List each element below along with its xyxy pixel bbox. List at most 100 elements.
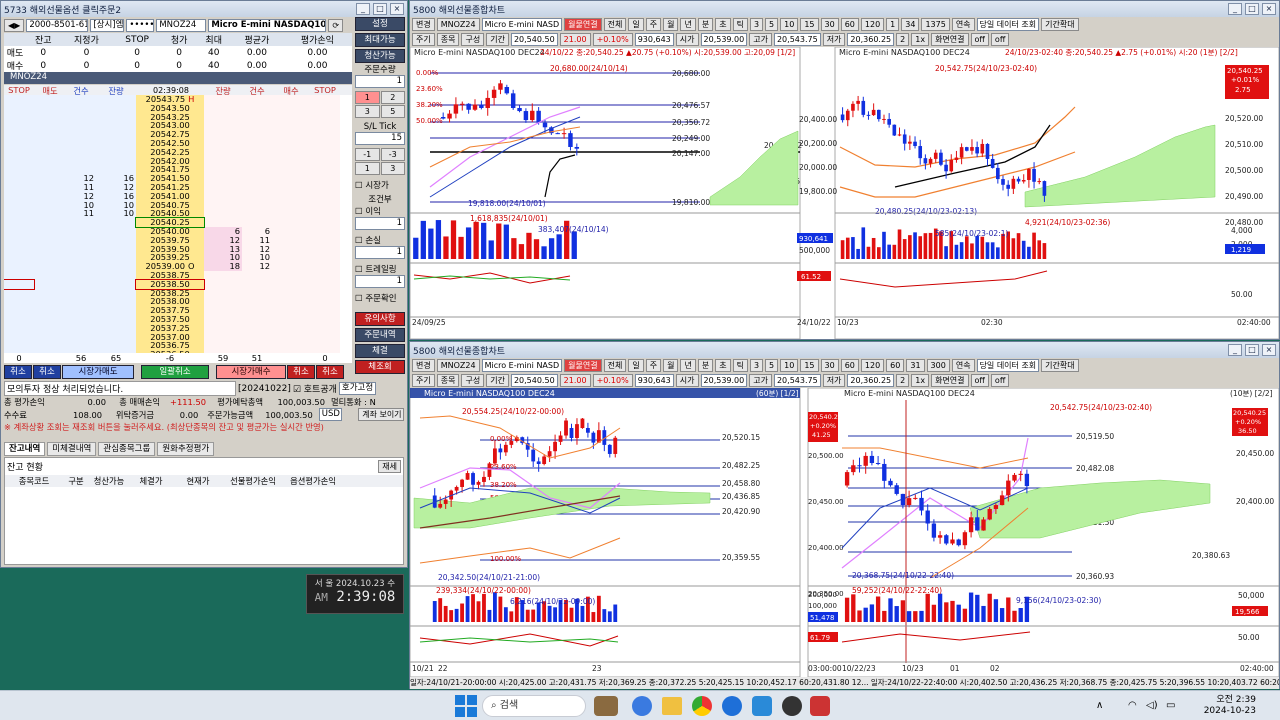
orderbook-cell[interactable]: [272, 323, 310, 333]
currency-select[interactable]: USD: [318, 408, 343, 421]
toolbar-item[interactable]: 20,540.50: [510, 33, 558, 46]
qty-preset-button[interactable]: 2: [380, 91, 405, 104]
sl-tick-input[interactable]: 15: [355, 132, 405, 145]
liquidation-qty-button[interactable]: 청산가능: [355, 49, 405, 63]
toolbar-item[interactable]: 21.00: [559, 374, 591, 387]
orderbook-cell[interactable]: [34, 103, 66, 113]
orderbook-cell[interactable]: [310, 147, 340, 157]
toolbar-item[interactable]: 930,643: [634, 33, 674, 46]
orderbook-cell[interactable]: [66, 244, 96, 254]
orderbook-cell[interactable]: [310, 130, 340, 139]
orderbook-cell[interactable]: [242, 112, 272, 122]
orderbook-cell[interactable]: [272, 103, 310, 113]
orderbook-cell[interactable]: [96, 262, 136, 271]
toolbar-item[interactable]: 월물연결: [564, 359, 602, 372]
market-buy-button[interactable]: 시장가매수: [216, 365, 286, 379]
toolbar-item[interactable]: 주기: [412, 33, 435, 46]
qty-preset-button[interactable]: 1: [355, 91, 380, 104]
orderbook-cell[interactable]: [310, 323, 340, 333]
orderbook-cell[interactable]: [34, 297, 66, 307]
orderbook-cell[interactable]: [34, 182, 66, 192]
orderbook-cell[interactable]: [66, 323, 96, 333]
orderbook-cell[interactable]: [66, 314, 96, 324]
orderbook-cell[interactable]: [204, 95, 242, 104]
orderbook-cell[interactable]: [204, 174, 242, 183]
orderbook-cell[interactable]: [66, 341, 96, 351]
toolbar-item[interactable]: 월: [663, 359, 679, 372]
orderbook-cell[interactable]: [242, 174, 272, 183]
orderbook-cell[interactable]: [34, 244, 66, 254]
orderbook-cell[interactable]: [242, 156, 272, 166]
orderbook-cell[interactable]: [66, 288, 96, 298]
confirm-checkbox[interactable]: ☐ 주문확인: [355, 292, 405, 304]
orderbook-cell[interactable]: [242, 314, 272, 324]
orderbook-cell[interactable]: [310, 191, 340, 201]
orderbook-cell[interactable]: [204, 103, 242, 113]
orderbook-cell[interactable]: [242, 323, 272, 333]
orderbook-cell[interactable]: [34, 323, 66, 333]
orderbook-cell[interactable]: [242, 288, 272, 298]
orderbook-cell[interactable]: [242, 121, 272, 131]
orderbook-cell[interactable]: [204, 191, 242, 201]
orderbook-cell[interactable]: [272, 121, 310, 131]
sl-step-button[interactable]: -1: [355, 148, 380, 161]
orderbook-cell[interactable]: [272, 279, 310, 289]
orderbook-cell[interactable]: [4, 218, 34, 227]
orderbook-cell[interactable]: [204, 209, 242, 219]
toolbar-item[interactable]: 1: [886, 18, 900, 31]
orderbook-cell[interactable]: [34, 130, 66, 139]
orderbook-cell[interactable]: [4, 288, 34, 298]
symbol-field[interactable]: MNOZ24: [156, 19, 207, 32]
app-icon[interactable]: [752, 695, 772, 716]
orderbook-cell[interactable]: [34, 165, 66, 175]
toolbar-item[interactable]: 주: [645, 359, 662, 372]
toolbar-item[interactable]: 30: [820, 359, 839, 372]
orderbook-cell[interactable]: [242, 130, 272, 139]
orderbook-cell[interactable]: [4, 278, 35, 290]
orderbook-cell[interactable]: [4, 103, 34, 113]
toolbar-item[interactable]: 고가: [749, 33, 772, 46]
orderbook-cell[interactable]: [4, 270, 34, 280]
orderbook-cell[interactable]: [4, 138, 34, 148]
toolbar-item[interactable]: 기간확대: [1041, 359, 1079, 372]
toolbar-item[interactable]: 10: [780, 18, 799, 31]
orderbook-cell[interactable]: [4, 147, 34, 157]
loss-input[interactable]: 1: [355, 246, 405, 259]
toolbar-item[interactable]: 3: [749, 18, 764, 31]
toolbar-item[interactable]: off: [970, 33, 989, 46]
sl-step-button[interactable]: 1: [355, 162, 380, 175]
hoga-checkbox[interactable]: ☑ 호트공개: [293, 382, 337, 395]
orderbook-cell[interactable]: [96, 297, 136, 307]
orderbook-cell[interactable]: [204, 270, 242, 280]
orderbook-cell[interactable]: [96, 147, 136, 157]
orderbook-cell[interactable]: [310, 218, 340, 227]
orderbook-cell[interactable]: [272, 112, 310, 122]
toolbar-item[interactable]: Micro E-mini NASD: [481, 359, 563, 372]
orderbook-cell[interactable]: [204, 323, 242, 333]
orderbook-cell[interactable]: [96, 121, 136, 131]
toolbar-item[interactable]: 화면연결: [931, 374, 969, 387]
orderbook-cell[interactable]: [242, 103, 272, 113]
orderbook-cell[interactable]: [34, 226, 66, 236]
orderbook-cell[interactable]: [204, 200, 242, 210]
orderbook-cell[interactable]: [66, 279, 96, 289]
chrome-icon[interactable]: [692, 695, 712, 716]
toolbar-item[interactable]: 30: [820, 18, 839, 31]
orderbook-cell[interactable]: [272, 226, 310, 236]
orderbook-cell[interactable]: [34, 95, 66, 104]
toolbar-item[interactable]: 변경: [412, 359, 435, 372]
market-sell-button[interactable]: 시장가매도: [62, 365, 134, 379]
toolbar-item[interactable]: MNOZ24: [436, 359, 480, 372]
orderbook-cell[interactable]: [34, 279, 66, 289]
orderbook-cell[interactable]: [272, 191, 310, 201]
orderbook-cell[interactable]: [34, 314, 66, 324]
orderbook-cell[interactable]: [4, 332, 34, 342]
orderbook-cell[interactable]: [272, 174, 310, 183]
toolbar-item[interactable]: 일: [628, 18, 644, 31]
orderbook-cell[interactable]: [272, 130, 310, 139]
chart-bottom-canvas[interactable]: Micro E-mini NASDAQ100 DEC24 Micro E-mini…: [410, 388, 1279, 677]
qty-preset-button[interactable]: 5: [380, 105, 405, 118]
orderbook-cell[interactable]: [4, 165, 34, 175]
toolbar-item[interactable]: 기간: [486, 33, 509, 46]
close-icon[interactable]: ×: [1262, 344, 1276, 356]
